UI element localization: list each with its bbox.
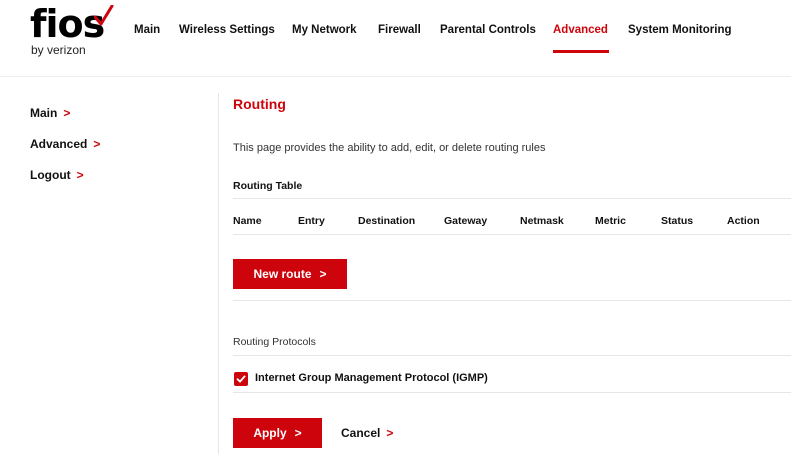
page-title: Routing bbox=[233, 96, 286, 112]
nav-firewall[interactable]: Firewall bbox=[378, 24, 421, 36]
apply-label: Apply bbox=[253, 426, 287, 440]
column-header-entry: Entry bbox=[298, 215, 325, 227]
cancel-button[interactable]: Cancel > bbox=[341, 426, 393, 440]
nav-system-monitoring[interactable]: System Monitoring bbox=[628, 24, 732, 36]
divider bbox=[233, 300, 791, 301]
column-header-destination: Destination bbox=[358, 215, 416, 227]
apply-button[interactable]: Apply > bbox=[233, 418, 322, 448]
igmp-label: Internet Group Management Protocol (IGMP… bbox=[255, 372, 488, 384]
column-header-netmask: Netmask bbox=[520, 215, 564, 227]
check-icon bbox=[236, 375, 246, 383]
nav-my-network[interactable]: My Network bbox=[292, 24, 357, 36]
nav-main[interactable]: Main bbox=[134, 24, 160, 36]
sidebar-item-advanced[interactable]: Advanced > bbox=[30, 137, 100, 151]
page-description: This page provides the ability to add, e… bbox=[233, 142, 546, 154]
checkmark-logo-icon bbox=[94, 5, 114, 26]
divider bbox=[233, 392, 791, 393]
chevron-right-icon: > bbox=[76, 168, 84, 182]
sidebar-item-label: Main bbox=[30, 106, 58, 120]
logo-tagline: by verizon bbox=[31, 43, 86, 57]
divider bbox=[233, 198, 791, 199]
nav-wireless-settings[interactable]: Wireless Settings bbox=[179, 24, 275, 36]
chevron-right-icon: > bbox=[319, 267, 327, 281]
sidebar-divider bbox=[218, 93, 219, 454]
igmp-checkbox[interactable] bbox=[234, 372, 248, 386]
routing-table-heading: Routing Table bbox=[233, 180, 303, 192]
column-header-name: Name bbox=[233, 215, 262, 227]
sidebar-item-logout[interactable]: Logout > bbox=[30, 168, 84, 182]
new-route-label: New route bbox=[253, 267, 312, 281]
nav-parental-controls[interactable]: Parental Controls bbox=[440, 24, 536, 36]
sidebar-item-main[interactable]: Main > bbox=[30, 106, 70, 120]
sidebar-item-label: Logout bbox=[30, 168, 71, 182]
column-header-action: Action bbox=[727, 215, 760, 227]
column-header-status: Status bbox=[661, 215, 694, 227]
new-route-button[interactable]: New route > bbox=[233, 259, 347, 289]
chevron-right-icon: > bbox=[294, 426, 302, 440]
nav-active-indicator bbox=[553, 50, 609, 53]
column-header-metric: Metric bbox=[595, 215, 626, 227]
cancel-label: Cancel bbox=[341, 426, 381, 440]
nav-advanced[interactable]: Advanced bbox=[553, 24, 608, 36]
chevron-right-icon: > bbox=[386, 426, 394, 440]
sidebar-item-label: Advanced bbox=[30, 137, 88, 151]
header-divider bbox=[0, 76, 791, 77]
divider bbox=[233, 355, 791, 356]
column-header-gateway: Gateway bbox=[444, 215, 488, 227]
divider bbox=[233, 234, 791, 235]
chevron-right-icon: > bbox=[63, 106, 71, 120]
chevron-right-icon: > bbox=[93, 137, 101, 151]
routing-protocols-heading: Routing Protocols bbox=[233, 336, 316, 348]
